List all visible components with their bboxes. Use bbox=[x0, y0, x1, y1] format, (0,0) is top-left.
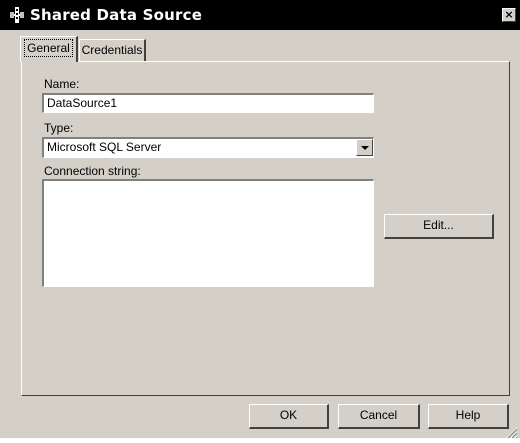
shared-data-source-dialog: Shared Data Source × General Credentials… bbox=[0, 0, 520, 439]
general-tab-panel bbox=[21, 61, 510, 396]
tab-general[interactable]: General bbox=[20, 36, 78, 62]
cancel-button-label: Cancel bbox=[359, 408, 398, 422]
resize-grip-icon[interactable] bbox=[506, 424, 518, 439]
data-source-icon bbox=[8, 6, 26, 24]
help-button-label: Help bbox=[455, 408, 481, 422]
ok-button-label: OK bbox=[279, 408, 298, 422]
tab-general-label: General bbox=[24, 39, 73, 57]
tab-credentials-label: Credentials bbox=[81, 43, 143, 57]
close-button[interactable]: × bbox=[502, 8, 516, 22]
close-icon: × bbox=[504, 8, 514, 21]
tab-credentials[interactable]: Credentials bbox=[79, 39, 146, 61]
window-title: Shared Data Source bbox=[30, 6, 203, 24]
title-bar[interactable]: Shared Data Source × bbox=[0, 0, 520, 30]
ok-button[interactable]: OK bbox=[249, 404, 329, 429]
cancel-button[interactable]: Cancel bbox=[338, 404, 420, 429]
help-button[interactable]: Help bbox=[428, 404, 509, 429]
